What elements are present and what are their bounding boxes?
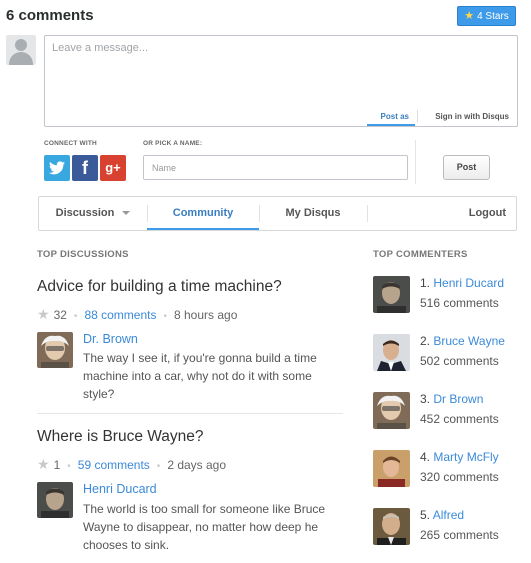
comment-count: 320 comments (420, 470, 499, 484)
post-button[interactable]: Post (443, 155, 490, 180)
star-icon[interactable]: ★ (37, 306, 50, 322)
commenter-name[interactable]: Henri Ducard (433, 276, 504, 290)
divider (37, 413, 343, 414)
twitter-icon (49, 161, 65, 175)
comment-count: 265 comments (420, 528, 499, 542)
star-icon: ★ (464, 10, 475, 22)
commenter-rank-name[interactable]: 2. Bruce Wayne (420, 334, 505, 348)
commenter-name[interactable]: Marty McFly (433, 450, 498, 464)
commenter-rank-name[interactable]: 5. Alfred (420, 508, 464, 522)
google-plus-button[interactable]: g+ (100, 155, 126, 181)
discussion-title[interactable]: Where is Bruce Wayne? (37, 428, 204, 446)
stars-label: 4 Stars (477, 11, 509, 22)
tab-discussion-label: Discussion (55, 207, 115, 219)
pick-name-label: OR PICK A NAME: (143, 140, 203, 147)
star-icon[interactable]: ★ (37, 456, 50, 472)
message-box: Post as Sign in with Disqus (44, 35, 518, 127)
comment-text: The way I see it, if you're gonna build … (83, 351, 317, 401)
post-as-tab[interactable]: Post as (381, 112, 409, 121)
tab-my-disqus[interactable]: My Disqus (259, 197, 367, 230)
commenter-rank-name[interactable]: 4. Marty McFly (420, 450, 499, 464)
commenter-name[interactable]: Henri Ducard (83, 482, 157, 496)
vote-count: 32 (53, 308, 67, 322)
facebook-button[interactable]: f (72, 155, 98, 181)
tab-community[interactable]: Community (147, 197, 259, 230)
active-tab-underline (147, 228, 259, 230)
commenter-rank-name[interactable]: 1. Henri Ducard (420, 276, 504, 290)
commenter-name[interactable]: Dr. Brown (83, 332, 138, 346)
stars-button[interactable]: ★ 4 Stars (457, 6, 516, 26)
comment-count: 452 comments (420, 412, 499, 426)
top-discussions-heading: TOP DISCUSSIONS (37, 249, 129, 260)
post-as-underline (367, 124, 415, 126)
chevron-down-icon (122, 211, 131, 216)
avatar[interactable] (373, 450, 410, 487)
comment-count: 502 comments (420, 354, 499, 368)
discussion-meta: ★ 1 • 59 comments • 2 days ago (37, 456, 227, 472)
sign-in-disqus-link[interactable]: Sign in with Disqus (435, 112, 509, 121)
logout-link[interactable]: Logout (446, 197, 506, 230)
user-avatar (6, 35, 36, 65)
comments-link[interactable]: 59 comments (78, 458, 150, 472)
commenter-name[interactable]: Dr Brown (433, 392, 483, 406)
avatar[interactable] (373, 508, 410, 545)
avatar[interactable] (373, 392, 410, 429)
top-commenters-heading: TOP COMMENTERS (373, 249, 468, 260)
tab-discussion[interactable]: Discussion (39, 197, 147, 230)
name-input[interactable] (143, 155, 408, 180)
comment-count: 6 comments (6, 7, 94, 24)
avatar[interactable] (37, 482, 73, 518)
timestamp: 8 hours ago (173, 308, 238, 322)
vote-count: 1 (53, 458, 61, 472)
commenter-name[interactable]: Alfred (433, 508, 464, 522)
timestamp: 2 days ago (167, 458, 227, 472)
avatar[interactable] (373, 276, 410, 313)
commenter-rank-name[interactable]: 3. Dr Brown (420, 392, 483, 406)
divider (367, 205, 368, 222)
comment-text: The world is too small for someone like … (83, 502, 326, 552)
avatar[interactable] (37, 332, 73, 368)
google-plus-icon: g+ (105, 160, 121, 175)
divider (415, 140, 416, 184)
divider (417, 110, 418, 122)
nav-bar: Discussion Community My Disqus Logout (38, 196, 517, 231)
comment-count: 516 comments (420, 296, 499, 310)
comments-link[interactable]: 88 comments (84, 308, 156, 322)
twitter-button[interactable] (44, 155, 70, 181)
connect-with-label: CONNECT WITH (44, 140, 97, 147)
facebook-icon: f (82, 158, 88, 178)
discussion-title[interactable]: Advice for building a time machine? (37, 278, 282, 296)
commenter-name[interactable]: Bruce Wayne (433, 334, 505, 348)
message-input[interactable] (45, 36, 517, 104)
avatar[interactable] (373, 334, 410, 371)
discussion-meta: ★ 32 • 88 comments • 8 hours ago (37, 306, 238, 322)
